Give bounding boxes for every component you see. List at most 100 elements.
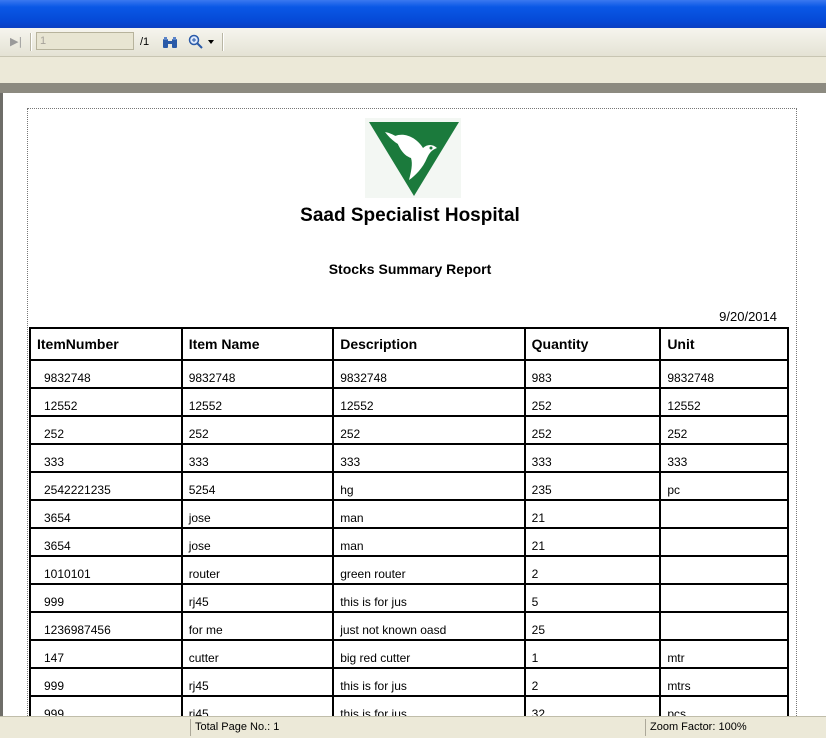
table-cell: 3654: [29, 499, 183, 529]
table-row: 999 rj45 this is for jus 32 pcs: [29, 695, 789, 716]
table-cell: 252: [180, 415, 335, 445]
table-cell: just not known oasd: [332, 611, 526, 641]
table-row: 999 rj45 this is for jus 2 mtrs: [29, 667, 789, 697]
table-cell: 9832748: [659, 359, 789, 389]
table-cell: rj45: [180, 583, 335, 613]
table-cell: 12552: [180, 387, 335, 417]
table-cell: [659, 499, 789, 529]
report-viewer[interactable]: Saad Specialist Hospital Stocks Summary …: [0, 93, 826, 716]
toolbar-strip: [0, 57, 826, 83]
viewer-top-edge: [0, 83, 826, 93]
table-cell: 12552: [29, 387, 183, 417]
table-cell: hg: [332, 471, 526, 501]
page-count-label: /1: [140, 36, 150, 48]
table-cell: 21: [523, 499, 662, 529]
table-cell: 983: [523, 359, 662, 389]
table-row: 252 252 252 252 252: [29, 415, 789, 445]
zoom-icon[interactable]: [188, 34, 204, 54]
table-cell: 1236987456: [29, 611, 183, 641]
toolbar-separator: [30, 33, 32, 51]
table-cell: 25: [523, 611, 662, 641]
report-toolbar: ▶| 1 /1: [0, 28, 826, 57]
table-cell: router: [180, 555, 335, 585]
table-cell: 5: [523, 583, 662, 613]
report-title: Stocks Summary Report: [328, 261, 492, 277]
table-cell: 5254: [180, 471, 335, 501]
table-cell: man: [332, 499, 526, 529]
table-cell: 1: [523, 639, 662, 669]
dropdown-arrow-icon[interactable]: [208, 40, 214, 44]
column-header: Description: [332, 327, 526, 361]
hospital-bird-logo: [365, 118, 461, 198]
table-cell: 2: [523, 667, 662, 697]
table-row: 333 333 333 333 333: [29, 443, 789, 473]
table-cell: 2: [523, 555, 662, 585]
table-cell: 9832748: [180, 359, 335, 389]
table-cell: green router: [332, 555, 526, 585]
find-icon[interactable]: [162, 35, 178, 54]
table-cell: this is for jus: [332, 667, 526, 697]
table-cell: 333: [523, 443, 662, 473]
last-page-icon[interactable]: ▶|: [10, 34, 22, 50]
table-cell: 999: [29, 583, 183, 613]
table-row: 9832748 9832748 9832748 983 9832748: [29, 359, 789, 389]
table-cell: [659, 527, 789, 557]
table-cell: 252: [29, 415, 183, 445]
table-cell: 147: [29, 639, 183, 669]
table-cell: this is for jus: [332, 583, 526, 613]
table-cell: 333: [29, 443, 183, 473]
table-cell: 235: [523, 471, 662, 501]
table-cell: [659, 583, 789, 613]
table-cell: 12552: [332, 387, 526, 417]
table-cell: jose: [180, 527, 335, 557]
table-row: 12552 12552 12552 252 12552: [29, 387, 789, 417]
table-cell: mtrs: [659, 667, 789, 697]
table-row: 3654 jose man 21: [29, 499, 789, 529]
table-cell: man: [332, 527, 526, 557]
table-row: 999 rj45 this is for jus 5: [29, 583, 789, 613]
stocks-table: ItemNumber Item Name Description Quantit…: [29, 327, 789, 716]
table-row: 147 cutter big red cutter 1 mtr: [29, 639, 789, 669]
table-cell: 9832748: [332, 359, 526, 389]
table-cell: 333: [180, 443, 335, 473]
table-cell: rj45: [180, 695, 335, 716]
table-cell: pcs: [659, 695, 789, 716]
table-cell: [659, 611, 789, 641]
toolbar-separator: [222, 33, 224, 51]
zoom-factor-label: Zoom Factor: 100%: [645, 719, 820, 736]
table-cell: 999: [29, 695, 183, 716]
column-header: ItemNumber: [29, 327, 183, 361]
window-title-bar: [0, 0, 826, 28]
table-cell: mtr: [659, 639, 789, 669]
table-cell: 1010101: [29, 555, 183, 585]
table-row: 3654 jose man 21: [29, 527, 789, 557]
table-cell: [659, 555, 789, 585]
table-cell: 252: [523, 387, 662, 417]
table-cell: 9832748: [29, 359, 183, 389]
report-date: 9/20/2014: [719, 309, 777, 324]
table-cell: cutter: [180, 639, 335, 669]
table-cell: jose: [180, 499, 335, 529]
column-header: Item Name: [180, 327, 335, 361]
table-cell: 252: [659, 415, 789, 445]
table-row: 1010101 router green router 2: [29, 555, 789, 585]
status-bar: Total Page No.: 1 Zoom Factor: 100%: [0, 716, 826, 738]
table-cell: 252: [332, 415, 526, 445]
hospital-name: Saad Specialist Hospital: [300, 205, 520, 226]
table-cell: 32: [523, 695, 662, 716]
table-cell: 12552: [659, 387, 789, 417]
table-cell: 3654: [29, 527, 183, 557]
table-cell: 252: [523, 415, 662, 445]
table-cell: 999: [29, 667, 183, 697]
table-cell: rj45: [180, 667, 335, 697]
table-cell: this is for jus: [332, 695, 526, 716]
table-cell: pc: [659, 471, 789, 501]
page-number-input[interactable]: 1: [36, 32, 134, 50]
table-row: 2542221235 5254 hg 235 pc: [29, 471, 789, 501]
table-cell: 333: [659, 443, 789, 473]
table-cell: big red cutter: [332, 639, 526, 669]
table-cell: 333: [332, 443, 526, 473]
table-cell: 21: [523, 527, 662, 557]
table-cell: for me: [180, 611, 335, 641]
table-cell: 2542221235: [29, 471, 183, 501]
